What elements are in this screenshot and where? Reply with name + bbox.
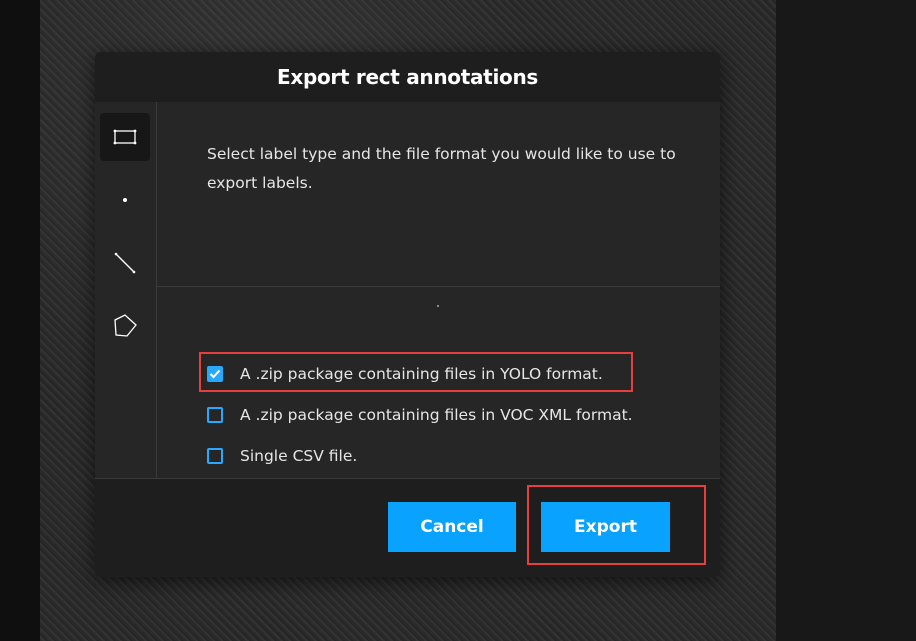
voc-option-label: A .zip package containing files in VOC X…: [240, 406, 633, 424]
format-option-yolo[interactable]: A .zip package containing files in YOLO …: [207, 365, 603, 383]
background-panel: [776, 0, 916, 641]
label-type-line-button[interactable]: [100, 239, 150, 287]
yolo-option-label: A .zip package containing files in YOLO …: [240, 365, 603, 383]
separator-dot: [437, 305, 439, 307]
point-icon: [123, 198, 127, 202]
modal-title: Export rect annotations: [277, 65, 538, 89]
export-modal: Export rect annotations Select label typ…: [95, 52, 720, 577]
description-area: Select label type and the file format yo…: [157, 102, 720, 287]
csv-option-label: Single CSV file.: [240, 447, 358, 465]
rectangle-icon: [113, 129, 137, 145]
voc-checkbox[interactable]: [207, 407, 223, 423]
csv-checkbox[interactable]: [207, 448, 223, 464]
modal-footer: Cancel Export: [95, 478, 720, 577]
label-type-sidebar: [95, 102, 157, 478]
format-option-csv[interactable]: Single CSV file.: [207, 447, 357, 465]
label-type-polygon-button[interactable]: [100, 302, 150, 350]
checkmark-icon: [209, 369, 221, 379]
line-icon: [114, 252, 136, 274]
polygon-icon: [114, 314, 137, 337]
export-button-highlight: [527, 485, 706, 565]
yolo-checkbox[interactable]: [207, 366, 223, 382]
label-type-point-button[interactable]: [100, 176, 150, 224]
export-content: Select label type and the file format yo…: [157, 102, 720, 478]
format-option-voc[interactable]: A .zip package containing files in VOC X…: [207, 406, 633, 424]
modal-header: Export rect annotations: [95, 52, 720, 102]
cancel-button[interactable]: Cancel: [388, 502, 516, 552]
label-type-rect-button[interactable]: [100, 113, 150, 161]
description-text: Select label type and the file format yo…: [207, 145, 676, 192]
modal-body: Select label type and the file format yo…: [95, 102, 720, 478]
